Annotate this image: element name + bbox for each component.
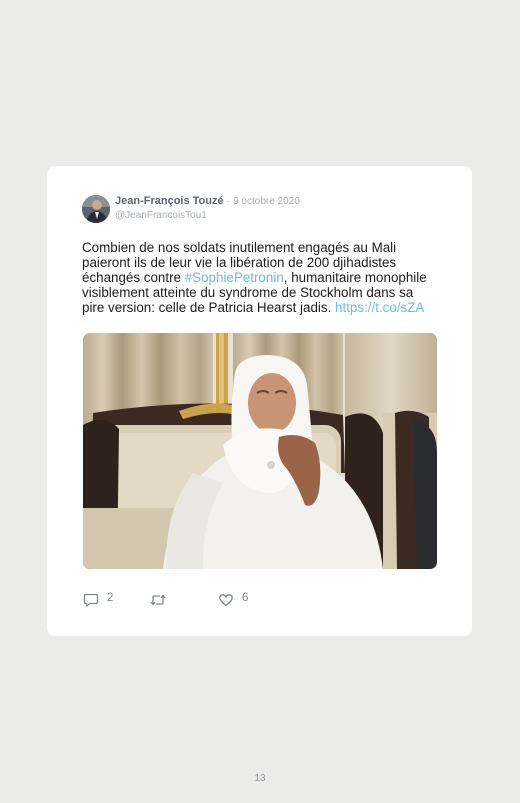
- tweet-text: Combien de nos soldats inutilement engag…: [82, 240, 432, 315]
- date-separator: ·: [226, 196, 231, 207]
- hashtag-link[interactable]: #SophiePetronin: [185, 270, 284, 285]
- tweet-url-link[interactable]: https://t.co/sZA: [335, 300, 424, 315]
- tweet-date[interactable]: 9 octobre 2020: [233, 196, 300, 207]
- reply-action[interactable]: 2: [83, 591, 123, 609]
- reply-count: 2: [107, 592, 114, 604]
- page-number: 13: [254, 773, 266, 784]
- like-action[interactable]: 6: [218, 591, 258, 609]
- avatar[interactable]: [82, 195, 110, 223]
- author-handle[interactable]: @JeanFrancoisTou1: [115, 210, 207, 221]
- like-count: 6: [242, 592, 249, 604]
- author-line: Jean-François Touzé · 9 octobre 2020: [115, 195, 300, 207]
- speech-bubble-icon: [83, 593, 99, 607]
- retweet-action[interactable]: [149, 591, 189, 609]
- tweet-photo[interactable]: [83, 333, 437, 569]
- tweet-card: Jean-François Touzé · 9 octobre 2020 @Je…: [47, 166, 472, 636]
- retweet-icon: [150, 594, 166, 606]
- heart-icon: [219, 594, 233, 607]
- author-name[interactable]: Jean-François Touzé: [115, 195, 224, 207]
